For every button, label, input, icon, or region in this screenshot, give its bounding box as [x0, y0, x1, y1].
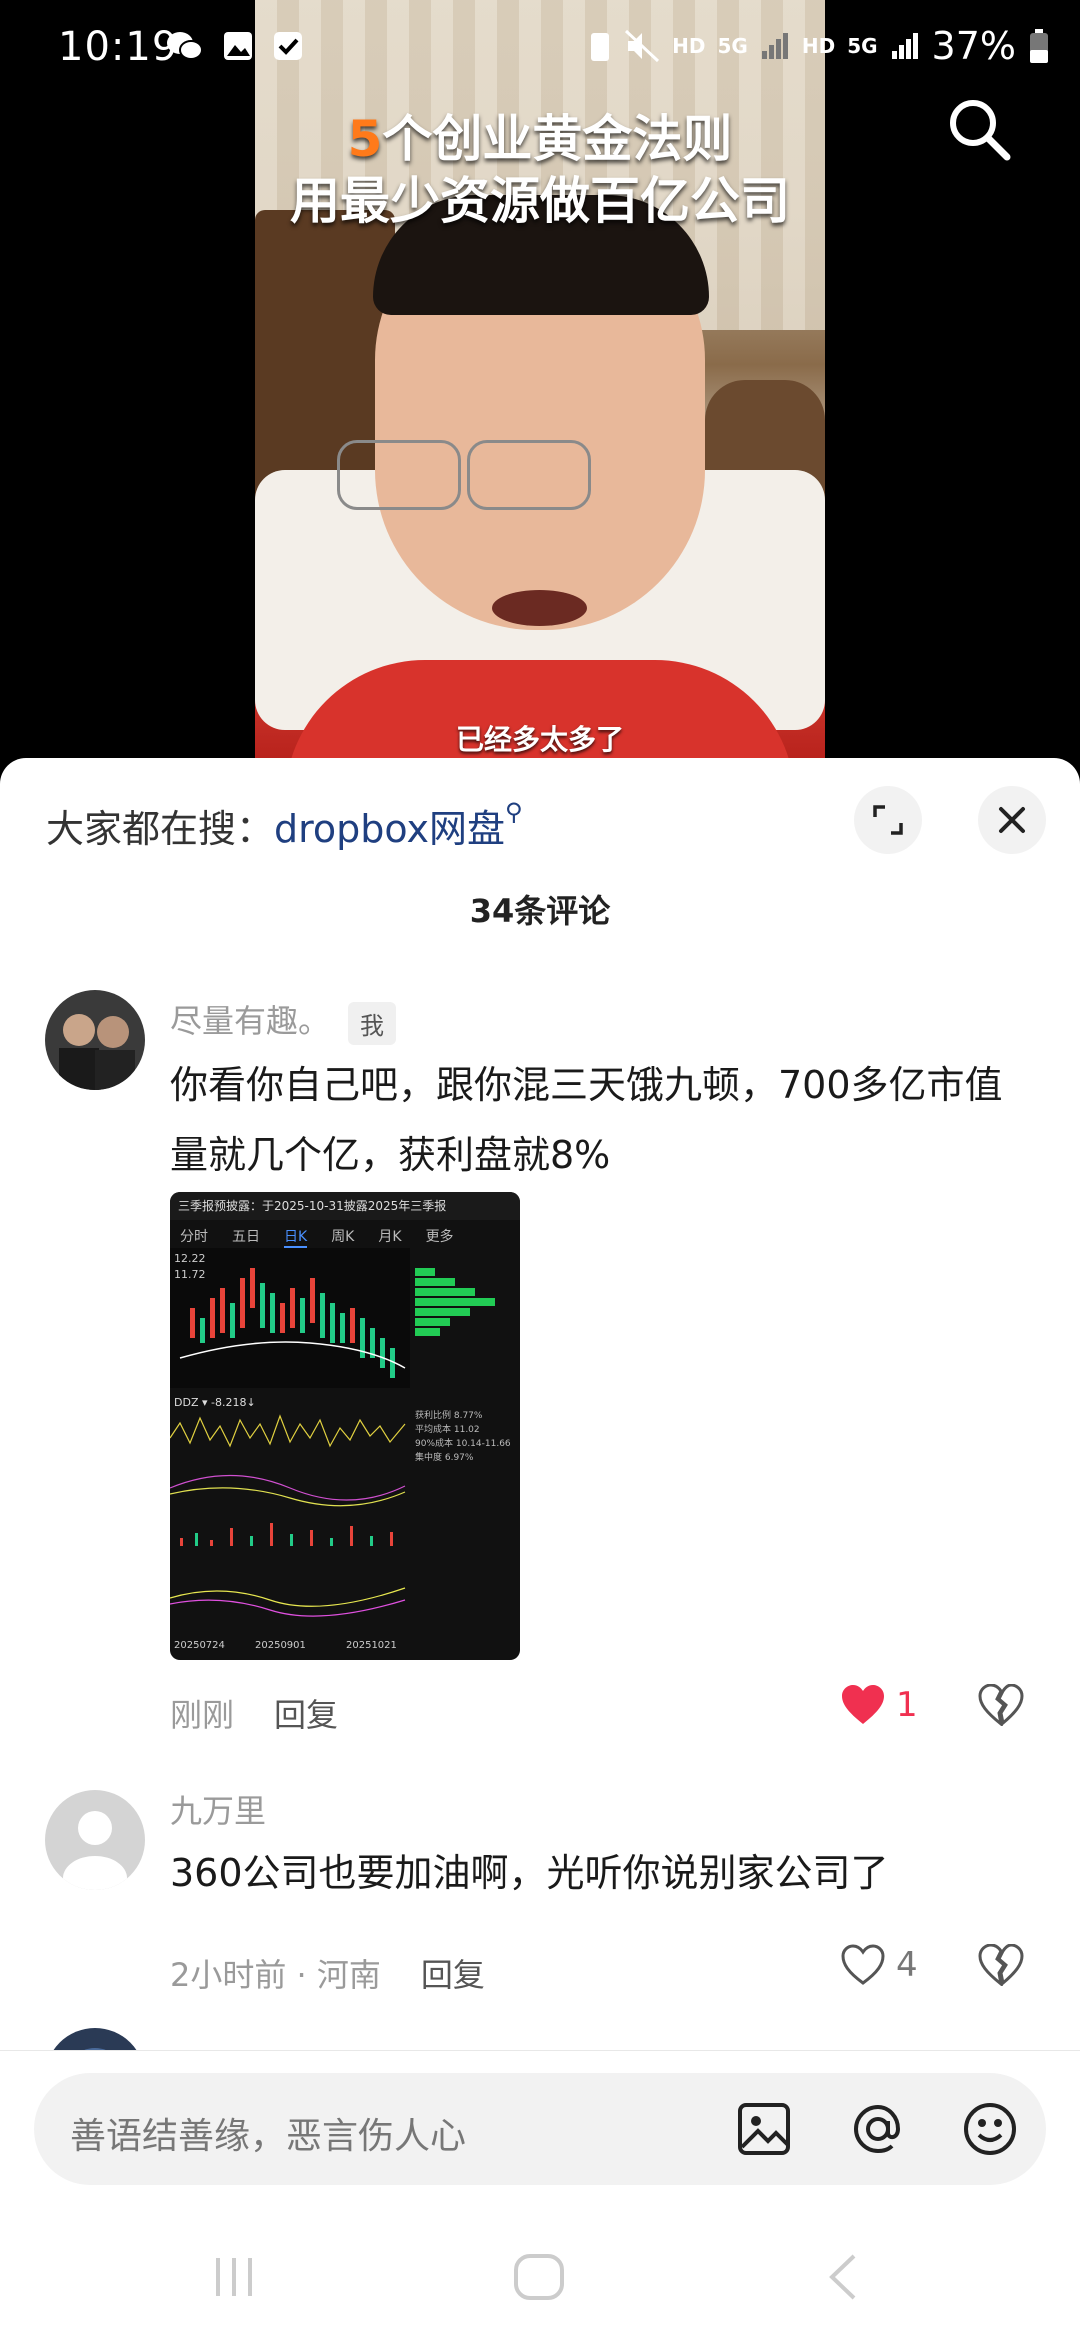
volume-bars — [180, 1523, 393, 1546]
stock-kline-chart: 12.22 11.72 DDZ ▾ -8.218↓ 获利比例 8.77% 平均成… — [170, 1248, 511, 1651]
avatar[interactable] — [45, 990, 145, 1090]
back-button[interactable] — [822, 2252, 862, 2306]
expand-icon — [873, 805, 903, 835]
video-title: 5个创业黄金法则 用最少资源做百亿公司 — [255, 108, 825, 232]
back-icon — [829, 2254, 856, 2300]
ddz-label: DDZ ▾ -8.218↓ — [174, 1396, 256, 1409]
gallery-icon — [224, 32, 252, 60]
image-button[interactable] — [734, 2099, 794, 2159]
axis-date: 20251021 — [346, 1640, 397, 1651]
system-nav-bar — [0, 2200, 1080, 2340]
chip-distribution — [415, 1268, 495, 1336]
comment-meta: 刚刚 回复 — [170, 1690, 338, 1736]
video-title-line2: 用最少资源做百亿公司 — [290, 172, 790, 230]
battery-percent: 37% — [931, 24, 1016, 68]
stock-tab: 更多 — [425, 1229, 454, 1245]
status-right: HD 5G HD 5G 37% — [588, 24, 1050, 68]
stock-tab-active: 日K — [284, 1226, 308, 1248]
comment-time: 刚刚 — [170, 1696, 235, 1734]
emoji-icon — [964, 2103, 1016, 2155]
status-bar: 10:19 HD 5G HD 5G 37% — [0, 0, 1080, 100]
avatar-photo — [45, 990, 145, 1090]
like-count: 1 — [896, 1685, 918, 1725]
price-mid-label: 11.72 — [174, 1268, 206, 1281]
video-title-line1: 个创业黄金法则 — [382, 110, 733, 168]
dislike-button[interactable] — [978, 1943, 1024, 1990]
username-text[interactable]: 尽量有趣。 — [170, 1002, 330, 1040]
search-icon — [950, 100, 1011, 161]
comment-count: 34条评论 — [469, 892, 611, 930]
chip-stat: 90%成本 10.14-11.66 — [415, 1437, 511, 1449]
stock-tab: 周K — [331, 1229, 355, 1245]
comment-input[interactable]: 善语结善缘，恶言伤人心 — [34, 2073, 1046, 2185]
search-button[interactable] — [945, 95, 1015, 165]
comment-text[interactable]: 360公司也要加油啊，光听你说别家公司了 — [170, 1838, 1030, 1908]
mention-button[interactable] — [848, 2099, 908, 2159]
like-button[interactable]: 4 — [840, 1944, 918, 1986]
recent-apps-button[interactable] — [210, 2252, 260, 2306]
like-count: 4 — [896, 1945, 918, 1985]
video-glasses-right — [467, 440, 591, 510]
hot-search-label: 大家都在搜： — [46, 807, 275, 851]
comment-username[interactable]: 尽量有趣。我 — [170, 996, 397, 1045]
hot-search[interactable]: 大家都在搜：dropbox网盘⚲ — [46, 798, 523, 853]
status-time: 10:19 — [58, 24, 179, 70]
network-type-3: HD — [801, 34, 836, 58]
at-icon — [853, 2104, 901, 2154]
reply-button[interactable]: 回复 — [421, 1956, 485, 1994]
heart-outline-icon — [841, 1944, 885, 1985]
video-subtitle: 已经多太多了 — [455, 723, 624, 756]
notification-icons — [166, 30, 304, 62]
comment-meta: 2小时前 · 河南 回复 — [170, 1950, 485, 1996]
me-badge: 我 — [348, 1001, 397, 1045]
avatar[interactable] — [45, 1790, 145, 1890]
like-button[interactable]: 1 — [840, 1684, 918, 1726]
heart-filled-icon — [842, 1685, 884, 1724]
home-button[interactable] — [512, 2252, 566, 2306]
network-type-4: 5G — [847, 34, 878, 58]
stock-tab: 五日 — [232, 1229, 260, 1245]
default-avatar-icon — [45, 1790, 145, 1890]
wechat-icon — [167, 32, 203, 60]
comment-input-placeholder: 善语结善缘，恶言伤人心 — [70, 2116, 467, 2157]
chip-stat: 集中度 6.97% — [415, 1451, 474, 1463]
axis-date: 20250724 — [174, 1640, 225, 1651]
network-type-2: 5G — [717, 34, 748, 58]
comment-username[interactable]: 九万里 — [170, 1786, 266, 1832]
recent-apps-icon — [216, 2258, 252, 2296]
dislike-button[interactable] — [978, 1683, 1024, 1730]
stock-image-header: 三季报预披露：于2025-10-31披露2025年三季报 — [170, 1192, 520, 1220]
broken-heart-icon — [978, 1943, 1024, 1988]
task-check-icon — [274, 32, 302, 60]
signal-icon-1 — [761, 33, 788, 59]
stock-tab: 分时 — [180, 1229, 208, 1245]
chip-stat: 平均成本 11.02 — [415, 1423, 480, 1435]
network-type-1: HD — [672, 34, 706, 58]
emoji-button[interactable] — [960, 2099, 1020, 2159]
price-high-label: 12.22 — [174, 1252, 206, 1265]
video-person-mouth — [492, 590, 587, 626]
video-glasses-left — [337, 440, 461, 510]
chip-stat: 获利比例 8.77% — [415, 1409, 483, 1421]
expand-button[interactable] — [854, 786, 922, 854]
stock-tab: 月K — [378, 1229, 402, 1245]
comment-time-location: 2小时前 · 河南 — [170, 1956, 381, 1994]
close-icon — [999, 807, 1025, 833]
mute-icon — [625, 29, 660, 63]
home-icon — [514, 2254, 564, 2300]
image-icon — [738, 2103, 790, 2155]
hot-search-keyword[interactable]: dropbox网盘 — [274, 807, 505, 851]
reply-button[interactable]: 回复 — [274, 1696, 338, 1734]
close-button[interactable] — [978, 786, 1046, 854]
comment-text[interactable]: 你看你自己吧，跟你混三天饿九顿，700多亿市值量就几个亿，获利盘就8% — [170, 1050, 1030, 1190]
search-small-icon: ⚲ — [505, 798, 523, 826]
axis-date: 20250901 — [255, 1640, 306, 1651]
video-title-highlight: 5 — [347, 110, 383, 168]
battery-saver-icon — [591, 33, 610, 61]
broken-heart-icon — [978, 1683, 1024, 1728]
battery-icon — [1030, 29, 1048, 63]
comment-image-stock-chart[interactable]: 三季报预披露：于2025-10-31披露2025年三季报 分时 五日 日K 周K… — [170, 1192, 520, 1660]
signal-icon-2 — [891, 33, 918, 59]
